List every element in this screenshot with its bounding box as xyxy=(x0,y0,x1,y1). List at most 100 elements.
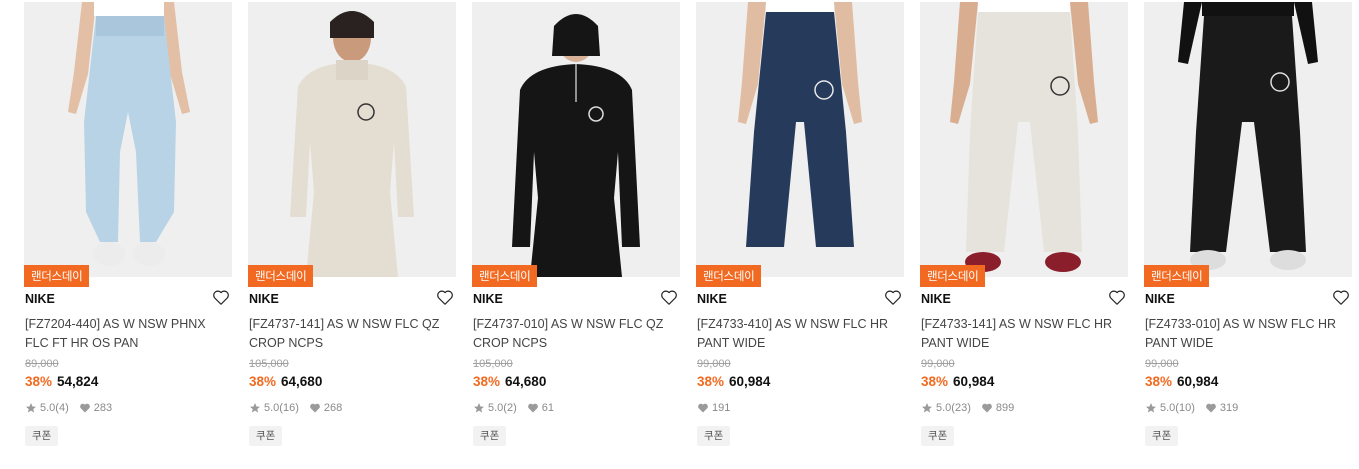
heart-icon xyxy=(79,402,91,414)
product-photo-illustration xyxy=(1144,2,1352,277)
sale-price-line: 38% 64,680 xyxy=(473,374,546,389)
rating-group: 5.0 (16) xyxy=(249,402,299,414)
product-name[interactable]: [FZ4737-010] AS W NSW FLC QZ CROP NCPS xyxy=(473,315,673,352)
likes-group: 268 xyxy=(309,402,342,414)
discount-rate: 38% xyxy=(697,374,725,389)
review-count: (2) xyxy=(503,402,517,414)
likes-group: 61 xyxy=(527,402,554,414)
sale-price: 60,984 xyxy=(953,374,995,389)
likes-group: 319 xyxy=(1205,402,1238,414)
product-card[interactable]: 랜더스데이 NIKE [FZ7204-440] AS W NSW PHNX FL… xyxy=(24,0,232,469)
discount-rate: 38% xyxy=(249,374,277,389)
product-name[interactable]: [FZ4733-410] AS W NSW FLC HR PANT WIDE xyxy=(697,315,897,352)
star-icon xyxy=(473,402,485,414)
rating-value: 5.0 xyxy=(40,402,56,414)
original-price: 99,000 xyxy=(1145,358,1179,370)
promo-badge: 랜더스데이 xyxy=(472,265,538,287)
discount-rate: 38% xyxy=(1145,374,1173,389)
discount-rate: 38% xyxy=(473,374,501,389)
product-image[interactable] xyxy=(1144,2,1352,277)
likes-group: 283 xyxy=(79,402,112,414)
product-name[interactable]: [FZ4737-141] AS W NSW FLC QZ CROP NCPS xyxy=(249,315,449,352)
wishlist-heart-icon[interactable] xyxy=(212,289,230,306)
product-image[interactable] xyxy=(472,2,680,277)
product-name[interactable]: [FZ7204-440] AS W NSW PHNX FLC FT HR OS … xyxy=(25,315,225,352)
product-brand[interactable]: NIKE xyxy=(249,292,279,306)
likes-count: 283 xyxy=(93,402,113,414)
coupon-tag: 쿠폰 xyxy=(697,426,731,446)
product-card[interactable]: 랜더스데이 NIKE [FZ4733-010] AS W NSW FLC HR … xyxy=(1144,0,1352,469)
likes-count: 191 xyxy=(712,402,731,414)
coupon-tag: 쿠폰 xyxy=(1145,426,1179,446)
product-card[interactable]: 랜더스데이 NIKE [FZ4737-010] AS W NSW FLC QZ … xyxy=(472,0,680,469)
sale-price: 60,984 xyxy=(729,374,771,389)
promo-badge: 랜더스데이 xyxy=(1144,265,1210,287)
rating-group: 5.0 (4) xyxy=(25,402,69,414)
product-brand[interactable]: NIKE xyxy=(25,292,55,306)
product-photo-illustration xyxy=(24,2,232,277)
sale-price-line: 38% 60,984 xyxy=(921,374,994,389)
promo-badge: 랜더스데이 xyxy=(920,265,986,287)
product-brand[interactable]: NIKE xyxy=(921,292,951,306)
product-brand[interactable]: NIKE xyxy=(473,292,503,306)
original-price: 99,000 xyxy=(921,358,955,370)
rating-value: 5.0 xyxy=(264,402,280,414)
wishlist-heart-icon[interactable] xyxy=(660,289,678,306)
wishlist-heart-icon[interactable] xyxy=(1108,289,1126,306)
likes-count: 61 xyxy=(541,402,554,414)
heart-icon xyxy=(1205,402,1217,414)
discount-rate: 38% xyxy=(921,374,949,389)
coupon-tag: 쿠폰 xyxy=(921,426,955,446)
sale-price: 64,680 xyxy=(281,374,323,389)
original-price: 89,000 xyxy=(25,358,59,370)
promo-badge: 랜더스데이 xyxy=(24,265,90,287)
product-grid: 랜더스데이 NIKE [FZ7204-440] AS W NSW PHNX FL… xyxy=(0,0,1359,469)
coupon-tag: 쿠폰 xyxy=(473,426,507,446)
promo-badge: 랜더스데이 xyxy=(248,265,314,287)
rating-group: 5.0 (23) xyxy=(921,402,971,414)
rating-value: 5.0 xyxy=(1160,402,1176,414)
product-meta: 5.0 (23) 899 xyxy=(921,402,1024,414)
product-meta: 5.0 (4) 283 xyxy=(25,402,122,414)
likes-count: 899 xyxy=(995,402,1015,414)
star-icon xyxy=(921,402,933,414)
product-meta: 5.0 (10) 319 xyxy=(1145,402,1248,414)
wishlist-heart-icon[interactable] xyxy=(436,289,454,306)
product-name[interactable]: [FZ4733-141] AS W NSW FLC HR PANT WIDE xyxy=(921,315,1121,352)
sale-price: 64,680 xyxy=(505,374,547,389)
heart-icon xyxy=(309,402,321,414)
heart-icon xyxy=(527,402,539,414)
product-image[interactable] xyxy=(24,2,232,277)
product-name[interactable]: [FZ4733-010] AS W NSW FLC HR PANT WIDE xyxy=(1145,315,1345,352)
star-icon xyxy=(25,402,37,414)
product-photo-illustration xyxy=(472,2,680,277)
coupon-tag: 쿠폰 xyxy=(25,426,59,446)
product-card[interactable]: 랜더스데이 NIKE [FZ4737-141] AS W NSW FLC QZ … xyxy=(248,0,456,469)
product-image[interactable] xyxy=(696,2,904,277)
star-icon xyxy=(249,402,261,414)
discount-rate: 38% xyxy=(25,374,53,389)
product-meta: 5.0 (2) 61 xyxy=(473,402,564,414)
product-photo-illustration xyxy=(920,2,1128,277)
wishlist-heart-icon[interactable] xyxy=(1332,289,1350,306)
product-card[interactable]: 랜더스데이 NIKE [FZ4733-141] AS W NSW FLC HR … xyxy=(920,0,1128,469)
product-brand[interactable]: NIKE xyxy=(1145,292,1175,306)
product-image[interactable] xyxy=(248,2,456,277)
product-brand[interactable]: NIKE xyxy=(697,292,727,306)
rating-group: 5.0 (10) xyxy=(1145,402,1195,414)
product-meta: 5.0 (16) 268 xyxy=(249,402,352,414)
wishlist-heart-icon[interactable] xyxy=(884,289,902,306)
coupon-tag: 쿠폰 xyxy=(249,426,283,446)
rating-group: 5.0 (2) xyxy=(473,402,517,414)
rating-value: 5.0 xyxy=(936,402,952,414)
product-card[interactable]: 랜더스데이 NIKE [FZ4733-410] AS W NSW FLC HR … xyxy=(696,0,904,469)
sale-price: 54,824 xyxy=(57,374,99,389)
likes-count: 319 xyxy=(1219,402,1239,414)
product-image[interactable] xyxy=(920,2,1128,277)
sale-price-line: 38% 60,984 xyxy=(1145,374,1218,389)
review-count: (23) xyxy=(951,402,971,414)
review-count: (4) xyxy=(55,402,69,414)
rating-value: 5.0 xyxy=(488,402,504,414)
heart-icon xyxy=(981,402,993,414)
review-count: (10) xyxy=(1175,402,1195,414)
